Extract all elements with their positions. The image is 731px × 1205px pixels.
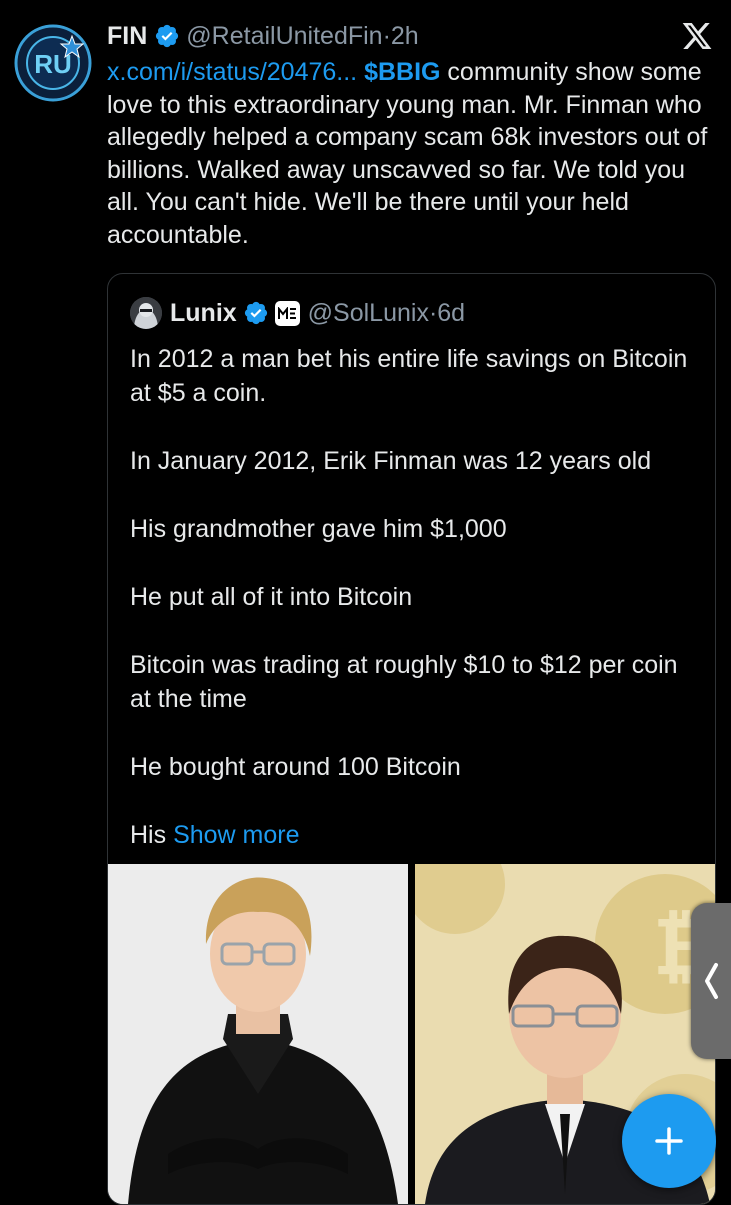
hooded-figure-avatar-icon	[130, 297, 162, 329]
tweet-text: x.com/i/status/20476... $BBIG community …	[107, 56, 717, 251]
separator-dot: ·	[382, 21, 391, 50]
quote-paragraph: Bitcoin was trading at roughly $10 to $1…	[130, 651, 678, 713]
quote-paragraph: His grandmother gave him $1,000	[130, 515, 507, 543]
portrait-photo-image	[108, 864, 408, 1204]
author-avatar[interactable]: RU	[14, 24, 92, 102]
tweet-time[interactable]: 2h	[391, 22, 419, 51]
quote-paragraph: In January 2012, Erik Finman was 12 year…	[130, 447, 652, 475]
author-handle[interactable]: @RetailUnitedFin	[186, 22, 382, 51]
quote-text: In 2012 a man bet his entire life saving…	[130, 342, 700, 852]
quote-author-handle[interactable]: @SolLunix	[308, 299, 429, 328]
quote-paragraph: He put all of it into Bitcoin	[130, 583, 413, 611]
plus-icon	[655, 1127, 683, 1155]
quote-paragraph: In 2012 a man bet his entire life saving…	[130, 345, 688, 407]
cashtag-link[interactable]: $BBIG	[364, 58, 440, 86]
side-panel-handle[interactable]	[691, 903, 731, 1059]
status-link[interactable]: x.com/i/status/20476...	[107, 58, 357, 86]
quote-author-name[interactable]: Lunix	[170, 299, 237, 328]
compose-button[interactable]	[622, 1094, 716, 1188]
show-more-link[interactable]: Show more	[173, 821, 299, 849]
me-logo-icon	[277, 306, 296, 319]
separator-dot: ·	[428, 298, 438, 327]
verified-badge-icon	[156, 24, 179, 48]
affiliate-badge-icon	[274, 300, 300, 326]
quote-truncated-paragraph: His Show more	[130, 818, 700, 852]
chevron-left-icon	[705, 963, 718, 999]
quoted-tweet-card[interactable]: Lunix @SolLunix · 6d In 2012 a man bet h…	[107, 273, 716, 1205]
quote-time[interactable]: 6d	[437, 299, 465, 328]
x-logo-icon[interactable]	[679, 20, 715, 52]
author-name[interactable]: FIN	[107, 22, 147, 51]
tweet-body-text: community show some love to this extraor…	[107, 58, 708, 249]
retail-unity-logo: RU	[14, 24, 92, 102]
verified-badge-icon	[244, 301, 267, 325]
media-photo-left[interactable]	[108, 864, 408, 1204]
tweet-header: FIN @RetailUnitedFin · 2h	[107, 20, 419, 52]
quote-author-avatar[interactable]	[130, 297, 162, 329]
quote-header: Lunix @SolLunix · 6d	[130, 296, 465, 330]
quote-paragraph: He bought around 100 Bitcoin	[130, 753, 461, 781]
truncated-text: His	[130, 821, 167, 849]
